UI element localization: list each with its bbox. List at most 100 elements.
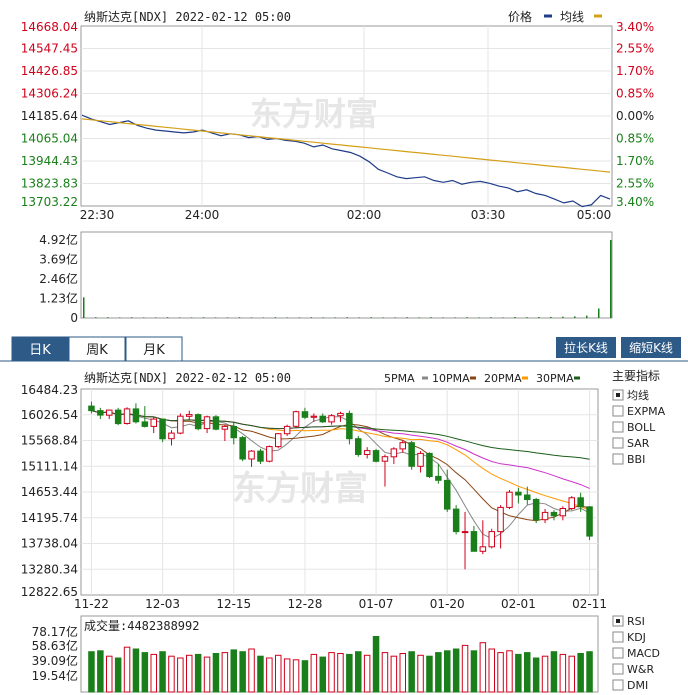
sub-indicator-macd-checkbox[interactable]: MACD [612,647,660,660]
sub-indicator-wr-checkbox[interactable]: W&R [612,663,654,676]
main-indicator-expma-checkbox[interactable]: EXPMA [612,405,666,418]
tab-day-k[interactable]: 日K [11,336,69,362]
candle-body [301,411,309,418]
intraday-price-tick: 13823.83 [21,177,78,191]
kline-volume-bar [559,653,567,693]
kline-date-tick: 11-22 [74,597,109,611]
intraday-price-tick: 14668.04 [21,20,78,34]
kline-volume-bar [283,658,291,693]
candle [532,497,540,524]
intraday-time-tick: 24:00 [185,208,220,222]
candle-body [177,415,184,434]
kline-volume-bar [239,651,246,693]
kline-price-tick: 14653.44 [21,485,78,499]
kline-volume-bar [328,652,335,693]
legend-avg-label: 均线 [560,10,584,24]
intraday-price-tick: 13944.43 [21,154,78,168]
checkbox-label: DMI [627,679,648,692]
intraday-volume-bar [154,317,157,318]
stretch-kline-button-label[interactable]: 拉长K线 [564,340,608,355]
candle-body [114,409,122,425]
main-indicator-bbi-checkbox[interactable]: BBI [612,453,645,466]
checkbox-box[interactable] [612,663,624,675]
candle [292,410,300,428]
main-indicator-sar-checkbox[interactable]: SAR [612,437,650,450]
kline-price-axis: 16484.23 16026.54 15568.84 15111.14 14653.44… [21,383,78,599]
intraday-percent-tick: 1.70% [616,64,654,78]
kline-volume-bar [444,650,451,693]
shrink-kline-button[interactable]: 缩短K线 [621,337,681,358]
kline-volume-bar [417,654,424,693]
intraday-percent-tick: 3.40% [616,20,654,34]
tab-month-k[interactable]: 月K [125,336,183,362]
candle-body [372,450,380,462]
candle-body [532,499,540,521]
intraday-volume-tick: 1.23亿 [39,291,78,306]
intraday-price-tick: 14065.04 [21,132,78,146]
intraday-volume-bar [574,316,576,318]
kline-volume-bar [497,652,504,693]
kline-volume-bar [461,644,469,693]
checkbox-box[interactable] [612,679,624,691]
sub-indicator-dmi-checkbox[interactable]: DMI [612,679,648,692]
candle-body [524,494,531,500]
candle [97,407,104,420]
kline-volume-bar [230,649,237,693]
intraday-volume-bar [550,316,552,318]
checkbox-box[interactable] [612,453,624,465]
intraday-percent-tick: 0.85% [616,132,654,146]
tab-label[interactable]: 日K [29,343,51,358]
kline-volume-bar [408,651,415,693]
checkbox-mark [616,393,620,397]
kline-volume-tick: 58.63亿 [32,638,78,653]
checkbox-box[interactable] [612,421,624,433]
checkbox-mark [616,619,620,623]
candle [417,451,424,473]
shrink-kline-button-label[interactable]: 缩短K线 [629,340,673,355]
tab-label[interactable]: 周K [86,343,108,358]
candle [177,413,184,435]
main-indicator--checkbox[interactable]: 均线 [612,388,649,402]
candle-body [88,405,95,412]
sub-indicator-kdj-checkbox[interactable]: KDJ [612,631,646,644]
checkbox-box[interactable] [612,405,624,417]
intraday-volume-bar [478,317,480,318]
checkbox-box[interactable] [612,631,624,643]
checkbox-box[interactable] [612,437,624,449]
intraday-volume-tick: 3.69亿 [39,252,78,267]
intraday-volume-tick: 0 [70,311,78,325]
candle [497,505,504,549]
candle [301,407,309,420]
checkbox-label: RSI [627,615,645,628]
kline-volume-bar [177,657,184,693]
kline-volume-bar [114,657,122,693]
candle-body [186,414,193,417]
kline-price-tick: 15568.84 [21,434,78,448]
candle-body [506,491,513,508]
kline-volume-bar [106,655,113,693]
candle-body [257,450,264,462]
checkbox-box[interactable] [612,647,624,659]
intraday-volume-bar [430,317,432,318]
intraday-volume-bar [226,317,229,318]
candle-body [310,415,318,418]
kline-volume-bar [470,650,478,693]
kline-volume-bar [577,653,584,693]
stretch-kline-button[interactable]: 拉长K线 [556,337,616,358]
tab-label[interactable]: 月K [143,343,165,358]
sub-indicator-rsi-checkbox[interactable]: RSI [612,615,645,628]
candle-body [381,456,389,462]
candle-body [292,411,300,427]
candle [461,511,469,570]
candle-body [221,425,229,430]
kline-date-tick: 02-11 [572,597,607,611]
candle [203,415,211,434]
candle-body [283,425,291,435]
intraday-time-tick: 22:30 [80,208,115,222]
candle [283,424,291,436]
kline-volume-bar [426,655,433,693]
tab-week-k[interactable]: 周K [68,336,126,362]
main-indicator-boll-checkbox[interactable]: BOLL [612,421,656,434]
candle-body [461,531,469,534]
ma-legend-label: 10PMA [432,372,470,385]
